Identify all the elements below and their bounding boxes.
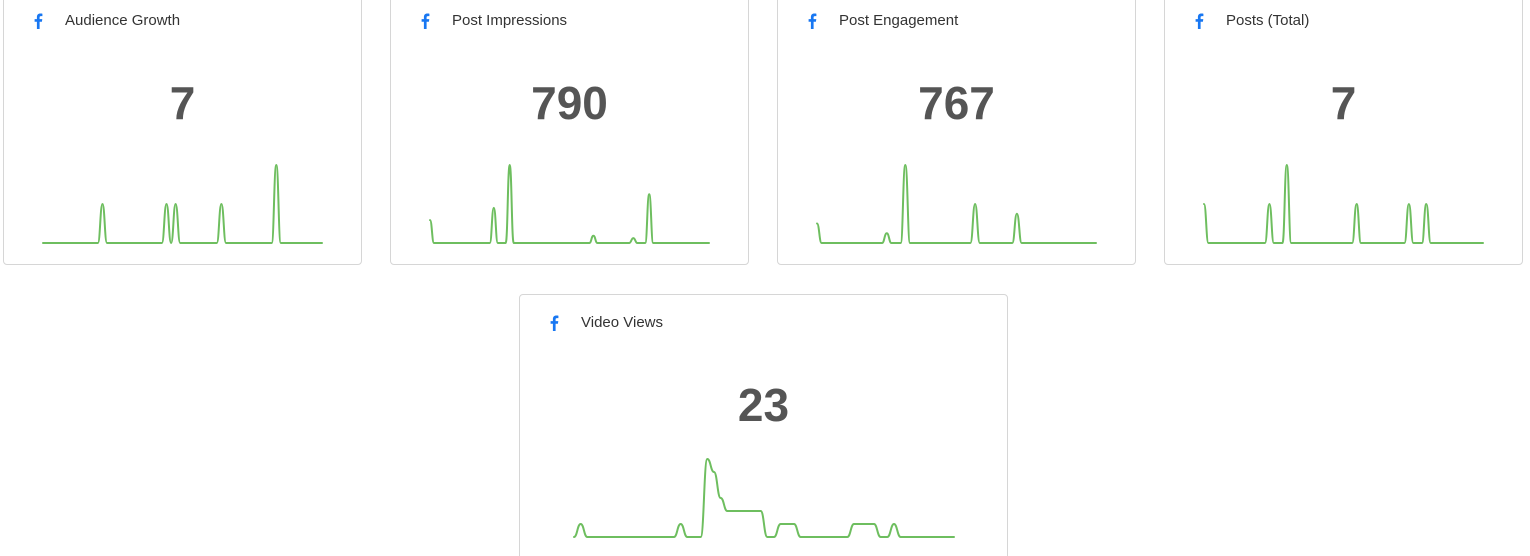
- sparkline-chart: [429, 164, 710, 245]
- metric-card-posts-total[interactable]: Posts (Total) 7: [1164, 0, 1523, 265]
- metric-card-audience-growth[interactable]: Audience Growth 7: [3, 0, 362, 265]
- sparkline-chart: [42, 164, 323, 245]
- sparkline-chart: [816, 164, 1097, 245]
- sparkline-chart: [1203, 164, 1484, 245]
- sparkline-series: [429, 164, 710, 245]
- sparkline-chart: [573, 458, 955, 538]
- sparkline-series: [573, 458, 955, 538]
- metric-card-post-impressions[interactable]: Post Impressions 790: [390, 0, 749, 265]
- sparkline-series: [816, 164, 1097, 245]
- sparkline-series: [1203, 164, 1484, 245]
- metric-card-video-views[interactable]: Video Views 23: [519, 294, 1008, 556]
- metrics-dashboard: Audience Growth 7 Post Impressions 790 P…: [0, 0, 1530, 556]
- metric-card-post-engagement[interactable]: Post Engagement 767: [777, 0, 1136, 265]
- sparkline-series: [42, 164, 323, 245]
